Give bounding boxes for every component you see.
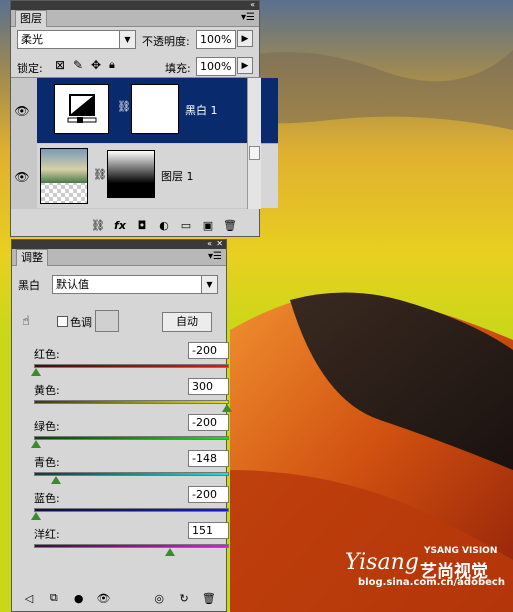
visibility-eye-icon[interactable]: 👁︎	[11, 104, 33, 118]
lock-brush-icon[interactable]: ✎	[73, 58, 83, 72]
slider-track[interactable]	[34, 436, 229, 440]
reset-icon[interactable]: ↻	[177, 592, 191, 605]
adjustment-layer-icon[interactable]: ◐	[157, 219, 171, 232]
opacity-input[interactable]: 100%	[196, 30, 236, 49]
back-arrow-icon[interactable]: ◁	[22, 592, 36, 605]
chevron-down-icon[interactable]: ▼	[201, 276, 217, 293]
link-icon[interactable]: ⛓	[117, 100, 131, 113]
fx-icon[interactable]: fx	[113, 219, 127, 232]
tint-color-swatch[interactable]	[95, 310, 119, 332]
slider-track[interactable]	[34, 364, 229, 368]
slider-thumb[interactable]	[50, 476, 61, 484]
auto-button[interactable]: 自动	[162, 312, 212, 332]
slider-track[interactable]	[34, 508, 229, 512]
slider-label: 绿色:	[34, 420, 60, 433]
blend-mode-select[interactable]: 柔光 ▼	[17, 30, 136, 49]
layer-mask-thumbnail[interactable]	[107, 150, 155, 198]
lock-all-icon[interactable]: 🔒︎	[109, 58, 115, 72]
new-group-icon[interactable]: ▭	[179, 219, 193, 232]
layer-name[interactable]: 图层 1	[161, 168, 194, 184]
layer-row-layer1[interactable]: ⛓ 图层 1	[37, 144, 278, 208]
fill-arrow-button[interactable]: ▶	[237, 57, 253, 74]
chevron-down-icon[interactable]: ▼	[119, 31, 135, 48]
adjustments-tab-row: 调整 ▾☰	[12, 249, 226, 266]
new-layer-icon[interactable]: ▣	[201, 219, 215, 232]
slider-value-input[interactable]: 151	[188, 522, 229, 539]
slider-thumb[interactable]	[31, 512, 41, 520]
slider-thumb[interactable]	[222, 404, 232, 412]
partial-layer-row	[37, 208, 252, 209]
panel-menu-icon[interactable]: ▾☰	[241, 12, 255, 24]
expand-view-icon[interactable]: ⧉	[47, 591, 61, 605]
layer-mask-thumbnail[interactable]	[131, 84, 179, 134]
photo-thumbnail	[41, 149, 87, 183]
slider-value-input[interactable]: -148	[188, 450, 229, 467]
clip-to-layer-icon[interactable]: ●	[72, 592, 86, 605]
layer-list: ⛓ 黑白 1 👁︎ ⛓ 图层 1 👁︎	[11, 77, 278, 209]
slider-track[interactable]	[34, 472, 229, 476]
lock-label: 锁定:	[17, 62, 43, 75]
layers-panel: « 图层 ▾☰ 柔光 ▼ 不透明度: 100% ▶ 锁定: ⊠ ✎ ✥ 🔒︎ 填…	[10, 0, 278, 237]
adjustment-type-label: 黑白	[18, 279, 40, 292]
slider-track[interactable]	[34, 400, 229, 404]
opacity-arrow-button[interactable]: ▶	[237, 30, 253, 47]
adjustments-panel: « ✕ 调整 ▾☰ 黑白 默认值 ▼ ☝ 色调 自动 红色: -200 黄色: 300…	[11, 239, 232, 612]
link-layers-icon[interactable]: ⛓	[91, 219, 105, 232]
slider-label: 黄色:	[34, 384, 60, 397]
layer-row-bw1[interactable]: ⛓ 黑白 1	[37, 78, 278, 143]
watermark-url: blog.sina.com.cn/adobech	[358, 577, 505, 588]
adjustment-thumbnail	[54, 84, 109, 134]
adjustments-panel-titlebar: « ✕	[12, 239, 226, 249]
opacity-value: 100%	[200, 33, 232, 46]
slider-label: 红色:	[34, 348, 60, 361]
layers-panel-titlebar: «	[11, 0, 259, 10]
tab-layers[interactable]: 图层	[15, 10, 47, 27]
link-icon[interactable]: ⛓	[93, 168, 107, 181]
slider-label: 蓝色:	[34, 492, 60, 505]
slider-value-input[interactable]: -200	[188, 414, 229, 431]
bw-adjustment-icon	[67, 94, 97, 123]
trash-icon[interactable]: 🗑︎	[223, 219, 237, 232]
panel-menu-icon[interactable]: ▾☰	[208, 251, 222, 263]
slider-label: 青色:	[34, 456, 60, 469]
targeted-adjust-hand-icon[interactable]: ☝	[22, 314, 30, 329]
fill-input[interactable]: 100%	[196, 57, 236, 76]
tint-label: 色调	[70, 316, 92, 329]
preset-value: 默认值	[56, 278, 89, 291]
visibility-eye-icon[interactable]: 👁︎	[11, 170, 33, 184]
tint-checkbox[interactable]	[57, 316, 68, 327]
slider-value-input[interactable]: -200	[188, 342, 229, 359]
scrollbar-thumb[interactable]	[249, 146, 260, 160]
tab-adjustments[interactable]: 调整	[16, 249, 48, 266]
layer-name[interactable]: 黑白 1	[185, 102, 218, 118]
view-previous-icon[interactable]: ◎	[152, 592, 166, 605]
blend-mode-value: 柔光	[21, 33, 43, 46]
opacity-label: 不透明度:	[142, 35, 190, 48]
slider-thumb[interactable]	[31, 440, 41, 448]
slider-value-input[interactable]: 300	[188, 378, 229, 395]
layers-scrollbar[interactable]	[247, 78, 261, 209]
adjustments-footer-toolbar: ◁ ⧉ ● 👁︎ ◎ ↻ 🗑︎	[12, 588, 226, 608]
lock-transparent-icon[interactable]: ⊠	[55, 58, 65, 72]
add-mask-icon[interactable]: ◘	[135, 219, 149, 232]
slider-thumb[interactable]	[31, 368, 41, 376]
visibility-eye-icon[interactable]: 👁︎	[97, 592, 111, 605]
watermark-title-en: YSANG VISION	[424, 546, 498, 556]
layer-thumbnail	[40, 148, 88, 204]
fill-label: 填充:	[165, 62, 191, 75]
fill-value: 100%	[200, 60, 232, 73]
layers-footer-toolbar: ⛓ fx ◘ ◐ ▭ ▣ 🗑︎	[11, 215, 259, 235]
slider-track[interactable]	[34, 544, 229, 548]
trash-icon[interactable]: 🗑︎	[202, 592, 216, 605]
preset-select[interactable]: 默认值 ▼	[52, 275, 218, 294]
watermark-logo: Yisang	[345, 550, 419, 575]
slider-value-input[interactable]: -200	[188, 486, 229, 503]
slider-label: 洋红:	[34, 528, 60, 541]
layers-tab-row: 图层 ▾☰	[11, 10, 259, 27]
lock-move-icon[interactable]: ✥	[91, 58, 101, 72]
slider-thumb[interactable]	[165, 548, 176, 556]
